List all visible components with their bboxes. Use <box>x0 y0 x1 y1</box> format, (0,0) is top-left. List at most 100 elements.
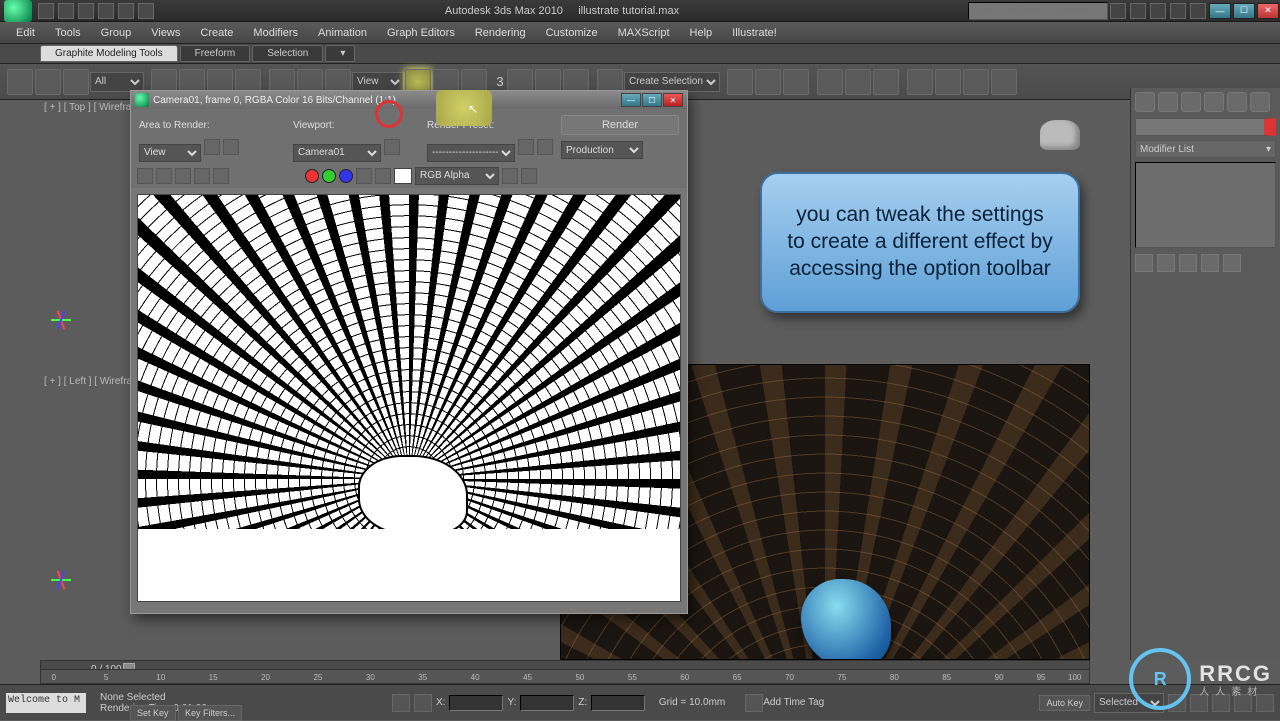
curve-editor-icon[interactable] <box>817 69 843 95</box>
minimize-button[interactable]: — <box>1209 3 1231 19</box>
bind-spacewarp-icon[interactable] <box>63 69 89 95</box>
abs-rel-icon[interactable] <box>414 694 432 712</box>
ribbon-tab-expand[interactable]: ▾ <box>325 45 355 62</box>
qa-redo-icon[interactable] <box>118 3 134 19</box>
menu-animation[interactable]: Animation <box>308 27 377 39</box>
lock-selection-icon[interactable] <box>392 694 410 712</box>
rfw-lock-icon[interactable] <box>384 139 400 155</box>
rfw-close-button[interactable]: ✕ <box>663 93 683 107</box>
ribbon-tab-graphite[interactable]: Graphite Modeling Tools <box>40 45 178 62</box>
menu-edit[interactable]: Edit <box>6 27 45 39</box>
modifier-stack[interactable] <box>1135 162 1276 248</box>
viewport-top-label[interactable]: [ + ] [ Top ] [ Wirefra <box>44 102 131 113</box>
menu-group[interactable]: Group <box>91 27 142 39</box>
rfw-edit-region-icon[interactable] <box>204 139 220 155</box>
mirror-icon[interactable] <box>727 69 753 95</box>
schematic-view-icon[interactable] <box>845 69 871 95</box>
rfw-render-button[interactable]: Render <box>561 115 679 135</box>
rfw-red-channel[interactable] <box>305 169 319 183</box>
time-tag-icon[interactable] <box>745 694 763 712</box>
ribbon-tab-freeform[interactable]: Freeform <box>180 45 251 62</box>
close-button[interactable]: ✕ <box>1257 3 1279 19</box>
rfw-print-icon[interactable] <box>194 168 210 184</box>
pin-stack-icon[interactable] <box>1135 254 1153 272</box>
menu-tools[interactable]: Tools <box>45 27 91 39</box>
key-filters-button[interactable]: Key Filters... <box>178 705 242 721</box>
time-slider[interactable]: 0 / 100 0 5 10 15 20 25 30 35 40 45 50 5… <box>40 660 1090 684</box>
rfw-setup-icon[interactable] <box>537 139 553 155</box>
auto-key-button[interactable]: Auto Key <box>1039 695 1090 711</box>
rfw-clone-icon[interactable] <box>175 168 191 184</box>
infocenter-icon[interactable] <box>1110 3 1126 19</box>
panel-tab-display-icon[interactable] <box>1227 92 1247 112</box>
panel-tab-modify-icon[interactable] <box>1158 92 1178 112</box>
menu-rendering[interactable]: Rendering <box>465 27 536 39</box>
menu-maxscript[interactable]: MAXScript <box>608 27 680 39</box>
rfw-render-canvas[interactable] <box>137 194 681 602</box>
rfw-alpha-icon[interactable] <box>356 168 372 184</box>
link-icon[interactable] <box>7 69 33 95</box>
rfw-overlay-b-icon[interactable] <box>521 168 537 184</box>
comm-icon[interactable] <box>1150 3 1166 19</box>
make-unique-icon[interactable] <box>1179 254 1197 272</box>
rfw-green-channel[interactable] <box>322 169 336 183</box>
rfw-overlay-a-icon[interactable] <box>502 168 518 184</box>
show-end-icon[interactable] <box>1157 254 1175 272</box>
menu-views[interactable]: Views <box>141 27 190 39</box>
object-name-field[interactable] <box>1135 118 1276 136</box>
subscription-icon[interactable] <box>1130 3 1146 19</box>
menu-illustrate[interactable]: Illustrate! <box>722 27 787 39</box>
coord-y-field[interactable] <box>520 695 574 711</box>
rfw-bg-swatch[interactable] <box>394 168 412 184</box>
menu-help[interactable]: Help <box>680 27 723 39</box>
rfw-auto-region-icon[interactable] <box>223 139 239 155</box>
qa-more-icon[interactable] <box>138 3 154 19</box>
panel-tab-motion-icon[interactable] <box>1204 92 1224 112</box>
qa-undo-icon[interactable] <box>98 3 114 19</box>
maxscript-listener[interactable]: Welcome to M <box>6 693 86 713</box>
ribbon-tab-selection[interactable]: Selection <box>252 45 323 62</box>
coord-x-field[interactable] <box>449 695 503 711</box>
menu-customize[interactable]: Customize <box>536 27 608 39</box>
configure-sets-icon[interactable] <box>1223 254 1241 272</box>
align-icon[interactable] <box>755 69 781 95</box>
rfw-area-dropdown[interactable]: View <box>139 144 201 162</box>
rfw-output-dropdown[interactable]: Production <box>561 141 643 159</box>
rfw-mono-icon[interactable] <box>375 168 391 184</box>
rfw-minimize-button[interactable]: — <box>621 93 641 107</box>
menu-modifiers[interactable]: Modifiers <box>243 27 308 39</box>
ref-coord-system[interactable]: View <box>352 72 404 92</box>
rfw-save-icon[interactable] <box>137 168 153 184</box>
rfw-env-icon[interactable] <box>518 139 534 155</box>
material-editor-icon[interactable] <box>873 69 899 95</box>
rfw-maximize-button[interactable]: ☐ <box>642 93 662 107</box>
search-input[interactable] <box>968 2 1108 20</box>
maximize-button[interactable]: ☐ <box>1233 3 1255 19</box>
favorites-icon[interactable] <box>1170 3 1186 19</box>
rfw-preset-dropdown[interactable]: ----------------------- <box>427 144 515 162</box>
coord-z-field[interactable] <box>591 695 645 711</box>
qa-new-icon[interactable] <box>38 3 54 19</box>
unlink-icon[interactable] <box>35 69 61 95</box>
set-key-button[interactable]: Set Key <box>130 705 176 721</box>
rfw-channel-dropdown[interactable]: RGB Alpha <box>415 167 499 185</box>
render-teapot-icon[interactable] <box>991 69 1017 95</box>
named-selection[interactable]: Create Selection Se <box>624 72 720 92</box>
rfw-clear-icon[interactable] <box>213 168 229 184</box>
qa-save-icon[interactable] <box>78 3 94 19</box>
panel-tab-hierarchy-icon[interactable] <box>1181 92 1201 112</box>
modifier-list-dropdown[interactable]: Modifier List▾ <box>1135 140 1276 158</box>
rfw-blue-channel[interactable] <box>339 169 353 183</box>
panel-tab-utilities-icon[interactable] <box>1250 92 1270 112</box>
qa-open-icon[interactable] <box>58 3 74 19</box>
render-setup-icon[interactable] <box>907 69 933 95</box>
help-icon[interactable] <box>1190 3 1206 19</box>
selection-filter[interactable]: All <box>90 72 144 92</box>
menu-graph-editors[interactable]: Graph Editors <box>377 27 465 39</box>
menu-create[interactable]: Create <box>190 27 243 39</box>
layers-icon[interactable] <box>783 69 809 95</box>
render-production-icon[interactable] <box>963 69 989 95</box>
rfw-viewport-dropdown[interactable]: Camera01 <box>293 144 381 162</box>
add-time-tag[interactable]: Add Time Tag <box>763 697 824 708</box>
rfw-title-bar[interactable]: Camera01, frame 0, RGBA Color 16 Bits/Ch… <box>131 91 687 109</box>
